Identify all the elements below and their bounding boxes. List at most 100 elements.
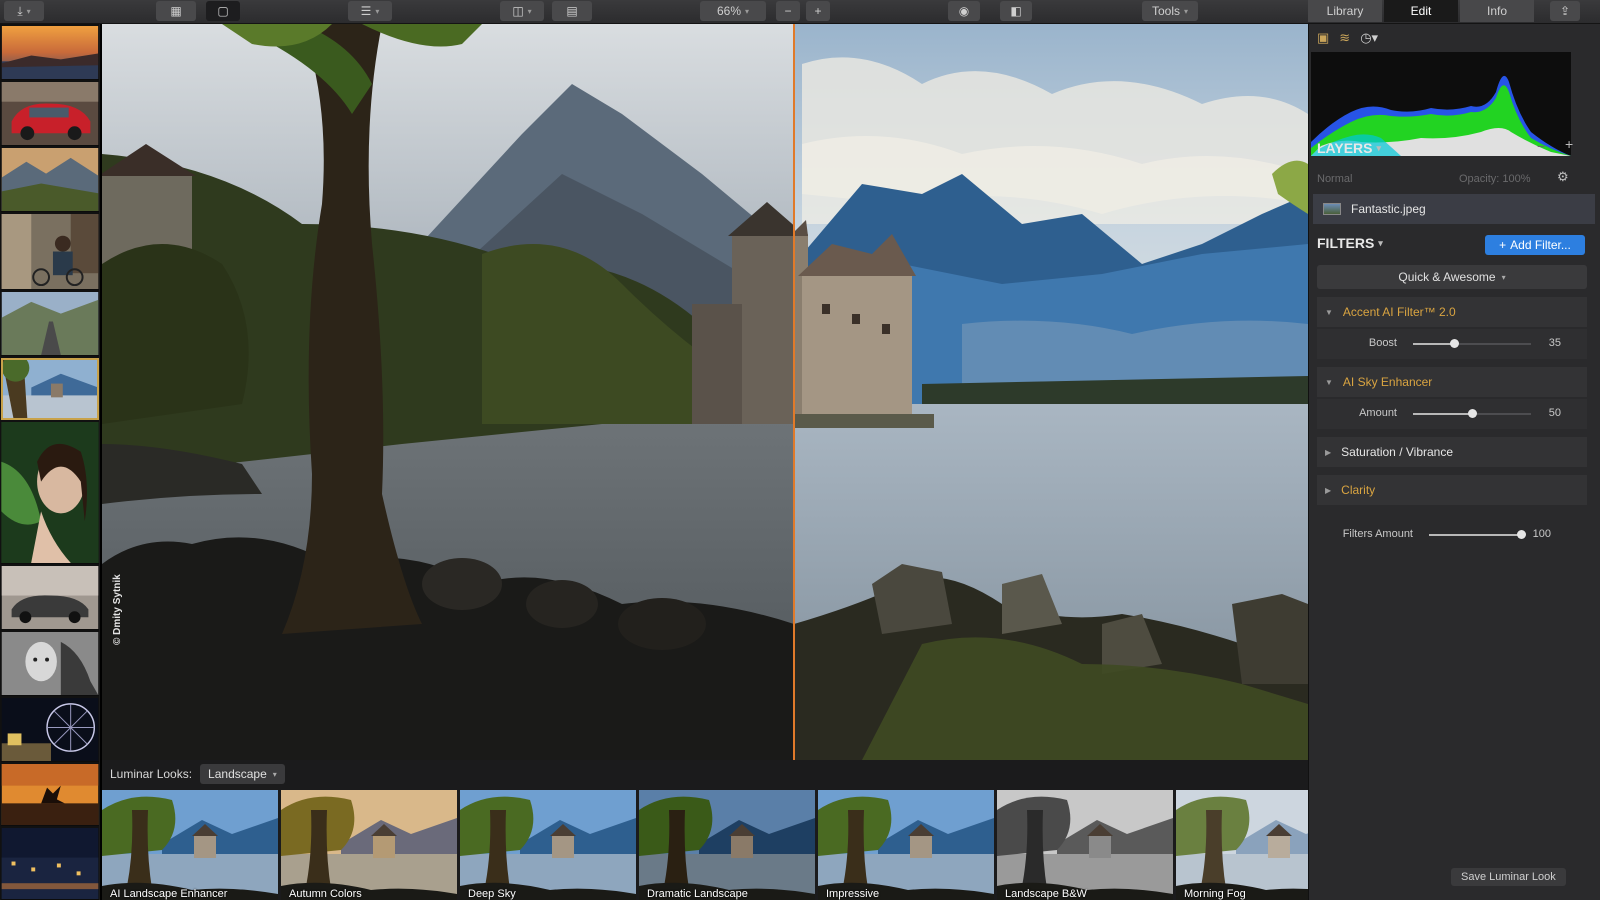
grid-icon: ▦ [170,4,182,18]
layers-icon[interactable]: ≋ [1339,30,1350,46]
preset-select[interactable]: Quick & Awesome ▾ [1317,265,1587,289]
look-card[interactable]: Landscape B&W [997,790,1173,900]
look-card[interactable]: AI Landscape Enhancer [102,790,278,900]
before-after-button[interactable]: ◧ [1000,1,1032,21]
chevron-down-icon: ▾ [1501,272,1506,282]
plus-icon: + [1499,238,1507,252]
history-icon[interactable]: ◷▾ [1360,30,1378,46]
eye-icon: ◉ [958,4,970,18]
sort-button[interactable]: ☰ ▾ [348,1,392,21]
look-card[interactable]: Impressive [818,790,994,900]
thumbnail-sunset-runner[interactable] [1,764,99,826]
split-view-icon: ◫ [512,4,524,18]
share-button[interactable]: ⇪ [1550,1,1580,21]
slider-fill [1413,343,1455,345]
compare-view-button[interactable]: ◫ ▾ [500,1,544,21]
looks-category-label: Landscape [208,767,267,781]
image-icon[interactable]: ▣ [1317,30,1329,46]
preview-toggle-button[interactable]: ◉ [948,1,980,21]
thumbnail-sunset-lake[interactable] [1,26,99,80]
slider-boost: Boost 35 [1317,329,1587,359]
look-preview [818,790,994,900]
opacity-select[interactable]: Opacity: 100% [1459,173,1531,185]
looks-label: Luminar Looks: [110,767,193,781]
look-name: Morning Fog [1184,888,1246,900]
chevron-down-icon: ▾ [26,6,31,16]
grid-view-button[interactable]: ▦ [156,1,196,21]
filter-header-ai-sky[interactable]: ▼ AI Sky Enhancer [1317,367,1587,397]
layers-title[interactable]: LAYERS ▾ [1317,140,1381,156]
look-preview [460,790,636,900]
slider-amount: Amount 50 [1317,399,1587,429]
look-card[interactable]: Dramatic Landscape [639,790,815,900]
thumbnail-castle-lake[interactable] [1,358,99,420]
slider-track[interactable] [1429,530,1526,539]
single-view-button[interactable]: ▢ [206,1,240,21]
filter-header-accent-ai[interactable]: ▼ Accent AI Filter™ 2.0 [1317,297,1587,327]
look-preview [281,790,457,900]
slider-knob[interactable] [1517,530,1526,539]
chevron-down-icon: ▾ [1376,142,1382,153]
slider-knob[interactable] [1468,409,1477,418]
filter-header-clarity[interactable]: ▶ Clarity [1317,475,1587,505]
thumbnail-street-cyclist[interactable] [1,214,99,290]
tab-edit[interactable]: Edit [1384,0,1458,22]
look-card[interactable]: Autumn Colors [281,790,457,900]
slider-fill [1413,413,1472,415]
filmstrip-toggle-button[interactable]: ▤ [552,1,592,21]
zoom-select[interactable]: 66% ▾ [700,1,766,21]
minus-icon: − [784,4,792,18]
layer-thumbnail [1323,203,1341,215]
look-preview [639,790,815,900]
zoom-in-button[interactable]: + [806,1,830,21]
list-icon: ☰ [360,4,372,18]
look-name: Impressive [826,888,880,900]
tab-library[interactable]: Library [1308,0,1382,22]
disclosure-triangle-icon[interactable]: ▼ [1325,308,1333,317]
disclosure-triangle-icon[interactable]: ▶ [1325,448,1331,457]
thumbnail-woman-leaf[interactable] [1,422,99,564]
looks-header: Luminar Looks: Landscape ▾ [102,760,1308,788]
add-layer-icon[interactable]: + [1565,136,1573,152]
thumbnail-bw-child[interactable] [1,632,99,696]
save-look-button[interactable]: Save Luminar Look [1451,868,1566,886]
import-button[interactable]: ⤓ ▾ [4,1,44,21]
disclosure-triangle-icon[interactable]: ▶ [1325,486,1331,495]
add-filter-button[interactable]: + Add Filter... [1485,235,1585,255]
look-preview [997,790,1173,900]
look-name: AI Landscape Enhancer [110,888,228,900]
looks-strip: Luminar Looks: Landscape ▾ AI Landscape … [102,760,1352,900]
look-preview [102,790,278,900]
remove-layer-icon[interactable]: − [1537,138,1545,154]
zoom-out-button[interactable]: − [776,1,800,21]
blend-mode-select[interactable]: Normal [1317,173,1352,185]
top-toolbar: ⤓ ▾ ▦ ▢ ☰ ▾ ◫ ▾ ▤ 66% ▾ − + ◉ ◧ Tools ▾ Libra… [0,0,1600,24]
filters-title[interactable]: FILTERS ▾ [1317,235,1383,251]
thumbnail-red-car[interactable] [1,82,99,146]
slider-track[interactable] [1413,339,1531,348]
thumbnail-ferris-wheel[interactable] [1,698,99,762]
filter-header-saturation[interactable]: ▶ Saturation / Vibrance [1317,437,1587,467]
tab-info[interactable]: Info [1460,0,1534,22]
gear-icon[interactable]: ⚙ [1557,169,1569,185]
thumbnail-city-night[interactable] [1,828,99,900]
layer-row[interactable]: Fantastic.jpeg [1313,194,1595,224]
thumbnail-vintage-car[interactable] [1,566,99,630]
looks-category-select[interactable]: Landscape ▾ [200,764,285,784]
chevron-down-icon: ▾ [745,6,750,16]
chevron-down-icon: ▾ [272,769,277,779]
slider-track[interactable] [1413,409,1531,418]
slider-knob[interactable] [1450,339,1460,348]
plus-icon: + [814,4,822,18]
tools-menu-button[interactable]: Tools ▾ [1142,1,1198,21]
edit-panel: ▣ ≋ ◷▾ LAYERS ▾ − + Normal Opacity: 100% … [1308,24,1600,900]
disclosure-triangle-icon[interactable]: ▼ [1325,378,1333,387]
look-card[interactable]: Deep Sky [460,790,636,900]
import-icon: ⤓ [17,3,23,18]
slider-filters-amount: Filters Amount 100 [1342,528,1551,540]
thumbnail-mountain-road[interactable] [1,292,99,356]
slider-fill [1429,534,1521,536]
chevron-down-icon: ▾ [1184,6,1189,16]
thumbnail-mountain-valley[interactable] [1,148,99,212]
photo-canvas[interactable] [102,24,1308,760]
